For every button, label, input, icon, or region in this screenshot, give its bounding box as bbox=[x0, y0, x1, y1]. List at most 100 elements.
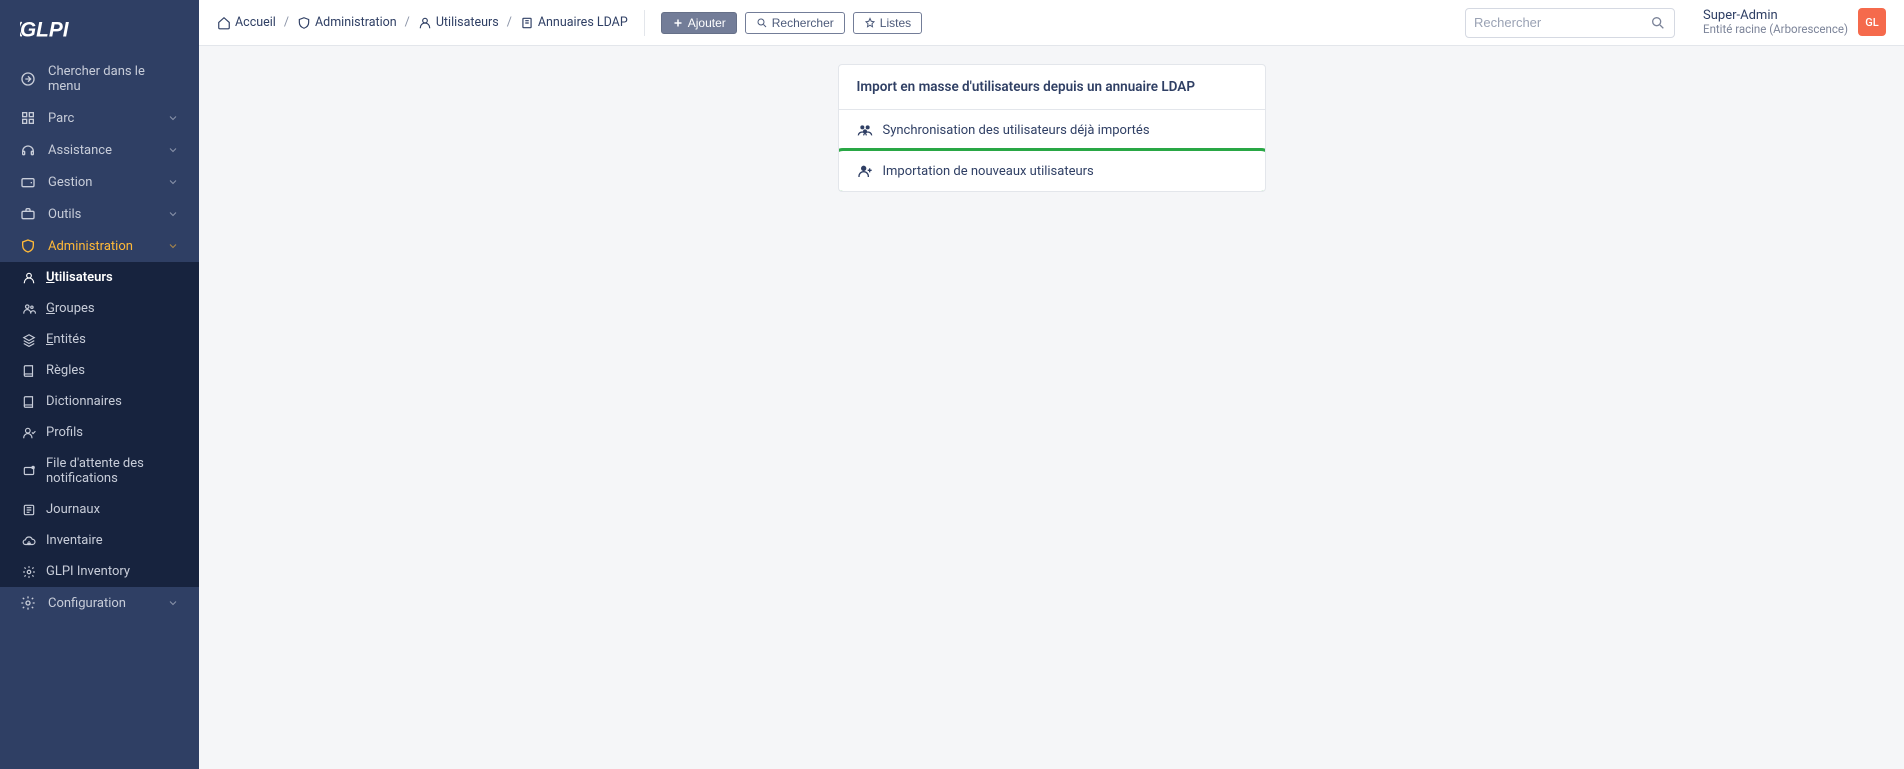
chevron-down-icon bbox=[167, 112, 179, 124]
avatar[interactable]: GL bbox=[1858, 8, 1886, 36]
crumb-label: Accueil bbox=[235, 15, 276, 30]
global-search[interactable] bbox=[1465, 8, 1675, 38]
subnav-dictionnaires[interactable]: Dictionnaires bbox=[0, 386, 199, 417]
topbar: Accueil / Administration / Utilisateurs … bbox=[199, 0, 1904, 46]
sidebar-item-label: Administration bbox=[48, 239, 167, 254]
sidebar-search-menu[interactable]: Chercher dans le menu bbox=[0, 56, 199, 102]
subnav-profils[interactable]: Profils bbox=[0, 417, 199, 448]
subnav-label: File d'attente des notifications bbox=[46, 456, 179, 486]
user-check-icon bbox=[22, 426, 36, 440]
crumb-administration[interactable]: Administration bbox=[297, 15, 397, 30]
user-icon bbox=[418, 16, 432, 30]
chevron-down-icon bbox=[167, 144, 179, 156]
book-icon bbox=[22, 395, 36, 409]
users-icon bbox=[857, 122, 873, 138]
content: Import en masse d'utilisateurs depuis un… bbox=[199, 46, 1904, 769]
add-button[interactable]: Ajouter bbox=[661, 12, 737, 34]
sync-users-row[interactable]: Synchronisation des utilisateurs déjà im… bbox=[839, 110, 1265, 151]
shield-icon bbox=[20, 238, 36, 254]
subnav-label: Utilisateurs bbox=[46, 270, 113, 285]
chevron-down-icon bbox=[167, 240, 179, 252]
subnav-queue[interactable]: File d'attente des notifications bbox=[0, 448, 199, 494]
subnav-label: Inventaire bbox=[46, 533, 103, 548]
crumb-label: Annuaires LDAP bbox=[538, 15, 628, 30]
row-label: Synchronisation des utilisateurs déjà im… bbox=[883, 123, 1150, 138]
news-icon bbox=[22, 503, 36, 517]
divider bbox=[644, 10, 645, 36]
user-entity: Entité racine (Arborescence) bbox=[1703, 23, 1848, 37]
subnav-utilisateurs[interactable]: Utilisateurs bbox=[0, 262, 199, 293]
user-block[interactable]: Super-Admin Entité racine (Arborescence)… bbox=[1703, 8, 1886, 37]
separator: / bbox=[282, 15, 291, 30]
crumb-accueil[interactable]: Accueil bbox=[217, 15, 276, 30]
book-icon bbox=[22, 364, 36, 378]
gear-icon bbox=[22, 565, 36, 579]
subnav-journaux[interactable]: Journaux bbox=[0, 494, 199, 525]
subnav-label: Règles bbox=[46, 363, 85, 378]
crumb-label: Utilisateurs bbox=[436, 15, 499, 30]
users-icon bbox=[22, 302, 36, 316]
subnav-label: Dictionnaires bbox=[46, 394, 122, 409]
subnav-label: Entités bbox=[46, 332, 86, 347]
card-title: Import en masse d'utilisateurs depuis un… bbox=[839, 65, 1265, 110]
home-icon bbox=[217, 16, 231, 30]
search-button[interactable]: Rechercher bbox=[745, 12, 845, 34]
search-icon bbox=[756, 17, 768, 29]
button-label: Rechercher bbox=[772, 16, 834, 30]
svg-text:GLPI: GLPI bbox=[20, 18, 70, 41]
subnav-label: Profils bbox=[46, 425, 83, 440]
notification-icon bbox=[22, 464, 36, 478]
sidebar-item-label: Gestion bbox=[48, 175, 167, 190]
crumb-ldap[interactable]: Annuaires LDAP bbox=[520, 15, 628, 30]
sidebar-item-outils[interactable]: Outils bbox=[0, 198, 199, 230]
subnav-label: Journaux bbox=[46, 502, 100, 517]
subnav-groupes[interactable]: Groupes bbox=[0, 293, 199, 324]
book-icon bbox=[520, 16, 534, 30]
dashboard-icon bbox=[20, 110, 36, 126]
subnav-inventaire[interactable]: Inventaire bbox=[0, 525, 199, 556]
sidebar-item-parc[interactable]: Parc bbox=[0, 102, 199, 134]
crumb-label: Administration bbox=[315, 15, 397, 30]
search-input[interactable] bbox=[1474, 15, 1650, 30]
briefcase-icon bbox=[20, 206, 36, 222]
lists-button[interactable]: Listes bbox=[853, 12, 922, 34]
button-label: Ajouter bbox=[688, 16, 726, 30]
arrow-right-icon bbox=[20, 71, 36, 87]
import-new-users-row[interactable]: Importation de nouveaux utilisateurs bbox=[839, 151, 1265, 191]
sidebar-item-administration[interactable]: Administration bbox=[0, 230, 199, 262]
wallet-icon bbox=[20, 174, 36, 190]
sidebar-item-assistance[interactable]: Assistance bbox=[0, 134, 199, 166]
separator: / bbox=[505, 15, 514, 30]
sidebar-item-label: Configuration bbox=[48, 596, 167, 611]
import-card: Import en masse d'utilisateurs depuis un… bbox=[838, 64, 1266, 192]
user-name: Super-Admin bbox=[1703, 8, 1848, 24]
row-label: Importation de nouveaux utilisateurs bbox=[883, 164, 1094, 179]
button-label: Listes bbox=[880, 16, 911, 30]
user-icon bbox=[22, 271, 36, 285]
search-icon bbox=[1650, 15, 1666, 31]
chevron-down-icon bbox=[167, 597, 179, 609]
sidebar-item-label: Parc bbox=[48, 111, 167, 126]
breadcrumb: Accueil / Administration / Utilisateurs … bbox=[217, 15, 628, 30]
headset-icon bbox=[20, 142, 36, 158]
plus-icon bbox=[672, 17, 684, 29]
star-icon bbox=[864, 17, 876, 29]
chevron-down-icon bbox=[167, 208, 179, 220]
shield-icon bbox=[297, 16, 311, 30]
user-plus-icon bbox=[857, 163, 873, 179]
cloud-download-icon bbox=[22, 534, 36, 548]
sidebar-item-gestion[interactable]: Gestion bbox=[0, 166, 199, 198]
sidebar-item-label: Outils bbox=[48, 207, 167, 222]
sidebar-nav: Chercher dans le menu Parc Assistance bbox=[0, 56, 199, 619]
crumb-utilisateurs[interactable]: Utilisateurs bbox=[418, 15, 499, 30]
sidebar: GLPI Chercher dans le menu Parc bbox=[0, 0, 199, 769]
subnav-label: Groupes bbox=[46, 301, 95, 316]
main: Accueil / Administration / Utilisateurs … bbox=[199, 0, 1904, 769]
subnav-regles[interactable]: Règles bbox=[0, 355, 199, 386]
user-text: Super-Admin Entité racine (Arborescence) bbox=[1703, 8, 1848, 37]
subnav-glpi-inventory[interactable]: GLPI Inventory bbox=[0, 556, 199, 587]
subnav-entites[interactable]: Entités bbox=[0, 324, 199, 355]
sidebar-item-configuration[interactable]: Configuration bbox=[0, 587, 199, 619]
logo[interactable]: GLPI bbox=[0, 0, 199, 56]
admin-subnav: Utilisateurs Groupes Entités Règles bbox=[0, 262, 199, 587]
